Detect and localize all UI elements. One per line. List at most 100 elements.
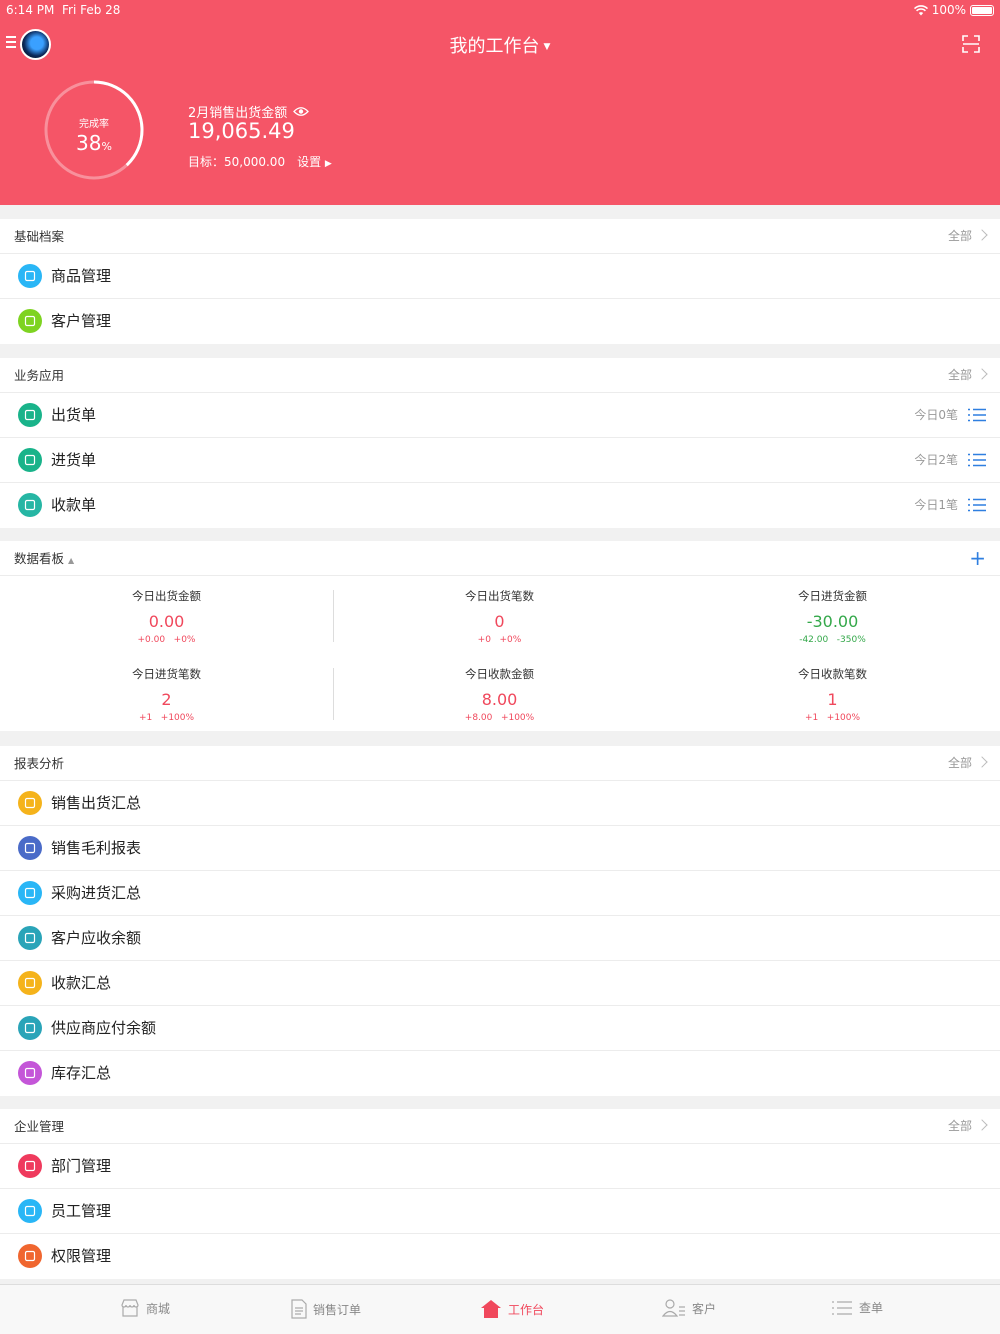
list-item[interactable]: 采购进货汇总 [0,871,1000,916]
list-item-label: 商品管理 [51,267,112,285]
view-all-link[interactable]: 全部 [948,746,988,781]
metric-card[interactable]: 今日收款笔数 1 +1 +100% [666,666,999,723]
tab-sales-order[interactable]: 销售订单 [291,1299,361,1319]
metric-card[interactable]: 今日进货金额 -30.00 -42.00 -350% [666,588,999,645]
divider [333,590,334,642]
list-icon[interactable] [968,498,986,512]
inbound-icon [18,448,42,472]
list-item[interactable]: 库存汇总 [0,1051,1000,1096]
completion-value: 38% [76,131,112,155]
header: 6:14 PM Fri Feb 28 100% 我的工作台 ▼ 完成率 38% 2… [0,0,1000,205]
list-item[interactable]: 供应商应付余额 [0,1006,1000,1051]
list-item-label: 员工管理 [51,1202,112,1220]
section-business: 业务应用 全部 出货单 今日0笔进货单 今日2笔收款单 今日1笔 [0,358,1000,528]
list-item[interactable]: 出货单 今日0笔 [0,393,1000,438]
completion-label: 完成率 [79,119,109,130]
add-widget-button[interactable]: + [969,541,986,576]
metric-title: 今日收款笔数 [798,667,867,681]
list-item[interactable]: 销售出货汇总 [0,781,1000,826]
metric-delta: +1 +100% [138,713,195,723]
metric-value: 0 [494,612,505,631]
metric-value: 2 [161,690,172,709]
section-basic: 基础档案 全部 商品管理客户管理 [0,219,1000,344]
list-item-label: 客户应收余额 [51,929,142,947]
view-all-link[interactable]: 全部 [948,1109,988,1144]
section-header: 业务应用 全部 [0,358,1000,393]
metric-title: 今日进货笔数 [132,667,201,681]
section-header: 企业管理 全部 [0,1109,1000,1144]
metric-value: -30.00 [806,612,859,631]
list-item[interactable]: 进货单 今日2笔 [0,438,1000,483]
chevron-right-icon [976,756,988,768]
view-all-link[interactable]: 全部 [948,358,988,393]
list-item[interactable]: 客户应收余额 [0,916,1000,961]
status-date: Fri Feb 28 [62,3,121,17]
metric-delta: +8.00 +100% [464,713,535,723]
metric-title: 今日出货金额 [132,589,201,603]
payable-icon [18,1016,42,1040]
workspace-title-dropdown[interactable]: 我的工作台 ▼ [0,32,1000,58]
collect-icon [18,971,42,995]
chevron-right-icon [976,1119,988,1131]
cube-icon [18,264,42,288]
tab-workspace[interactable]: 工作台 [480,1299,544,1319]
section-header: 数据看板 ▲ + [0,541,1000,576]
list-item[interactable]: 收款单 今日1笔 [0,483,1000,528]
list-icon[interactable] [968,453,986,467]
caret-down-icon: ▼ [543,42,551,52]
list-item[interactable]: 部门管理 [0,1144,1000,1189]
section-title: 基础档案 [14,229,65,244]
list-item-label: 进货单 [51,451,97,469]
status-bar: 6:14 PM Fri Feb 28 100% [6,3,994,19]
metric-delta: +0 +0% [477,635,522,645]
section-header: 基础档案 全部 [0,219,1000,254]
trend-icon [18,791,42,815]
tab-store[interactable]: 商城 [120,1299,170,1317]
metric-delta: +1 +100% [804,713,861,723]
org-icon [18,1154,42,1178]
bar-chart-icon [18,836,42,860]
bag-icon [18,881,42,905]
settings-link[interactable]: 设置 ▶ [297,153,332,170]
metric-card[interactable]: 今日出货笔数 0 +0 +0% [333,588,666,645]
section-title: 报表分析 [14,756,65,771]
metric-title: 今日进货金额 [798,589,867,603]
key-icon [18,1244,42,1268]
list-item-label: 收款汇总 [51,974,112,992]
metric-card[interactable]: 今日进货笔数 2 +1 +100% [0,666,333,723]
list-item[interactable]: 员工管理 [0,1189,1000,1234]
dashboard-toggle[interactable]: 数据看板 ▲ [14,551,74,566]
target-row: 目标：50,000.00 设置 ▶ [188,153,332,170]
metric-title: 今日出货笔数 [465,589,534,603]
home-icon [481,1300,501,1318]
metric-card[interactable]: 今日出货金额 0.00 +0.00 +0% [0,588,333,645]
eye-icon[interactable] [293,106,310,117]
completion-ring [44,80,144,180]
list-item-label: 客户管理 [51,312,112,330]
list-item-label: 销售出货汇总 [51,794,142,812]
status-time: 6:14 PM [6,3,55,17]
metric-value: 8.00 [481,690,518,709]
list-item[interactable]: 销售毛利报表 [0,826,1000,871]
metric-value: 1 [827,690,838,709]
list-icon[interactable] [968,408,986,422]
list-item[interactable]: 收款汇总 [0,961,1000,1006]
tab-customer[interactable]: 客户 [662,1299,716,1317]
section-reports: 报表分析 全部 销售出货汇总销售毛利报表采购进货汇总 客户应收余额 收款汇总供应商应… [0,746,1000,1096]
tab-query[interactable]: 查单 [831,1299,883,1316]
list-item[interactable]: 权限管理 [0,1234,1000,1279]
section-dashboard: 数据看板 ▲ + 今日出货金额 0.00 +0.00 +0% 今日出货笔数 0 +0 +0… [0,541,1000,731]
metric-card[interactable]: 今日收款金额 8.00 +8.00 +100% [333,666,666,723]
customer-tab-icon [662,1299,685,1317]
box-icon [18,1061,42,1085]
today-count: 今日2笔 [914,453,958,467]
list-tab-icon [832,1300,852,1315]
scan-icon[interactable] [962,35,980,53]
list-item[interactable]: 商品管理 [0,254,1000,299]
view-all-link[interactable]: 全部 [948,219,988,254]
list-item-label: 采购进货汇总 [51,884,142,902]
customer-icon [18,309,42,333]
battery-icon [970,4,994,16]
list-item[interactable]: 客户管理 [0,299,1000,344]
section-title: 业务应用 [14,368,65,383]
